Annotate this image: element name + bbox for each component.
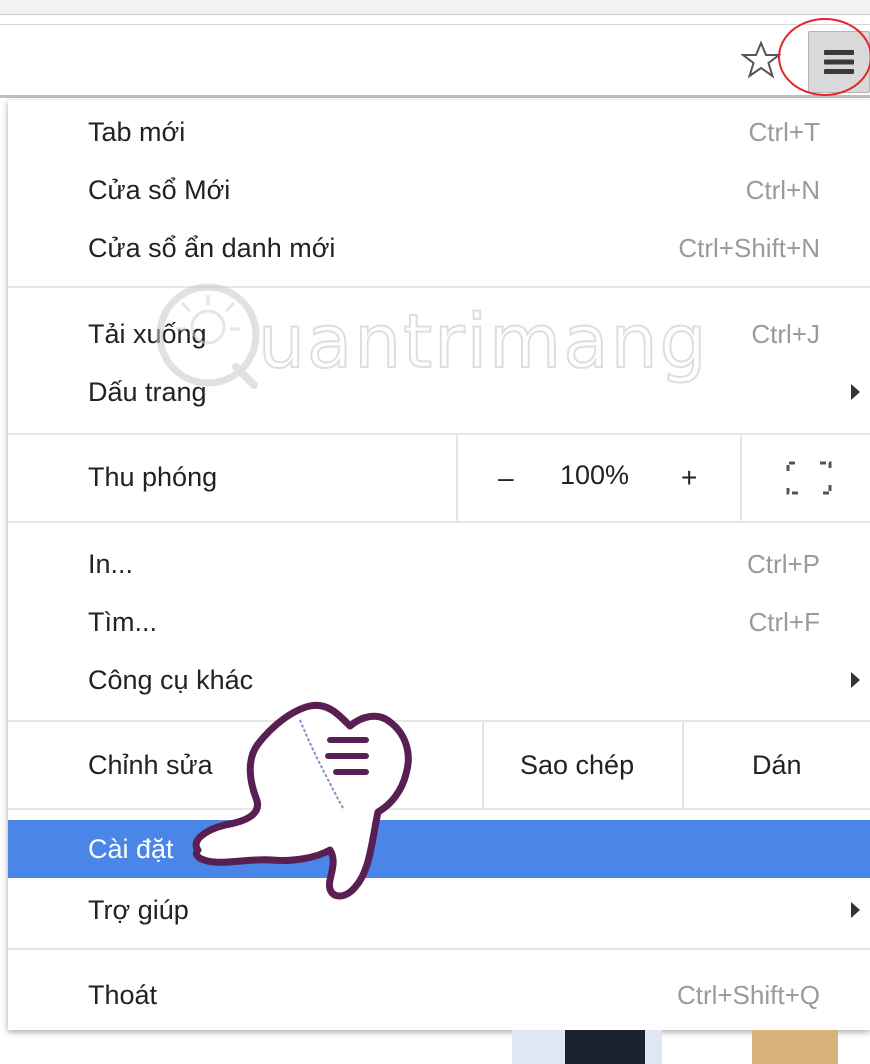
edit-row: Chỉnh sửa Sao chép Dán	[8, 722, 870, 808]
menu-item-label: Dấu trang	[88, 376, 207, 407]
zoom-level: 100%	[560, 460, 630, 490]
menu-item-label: Cửa sổ Mới	[88, 174, 231, 205]
chrome-menu-button[interactable]	[808, 31, 870, 93]
menu-item-label: Thoát	[88, 979, 158, 1010]
menu-item-label: Tải xuống	[88, 318, 207, 349]
menu-item-label: Trợ giúp	[88, 894, 189, 925]
menu-item-settings[interactable]: Cài đặt	[8, 820, 870, 878]
zoom-divider	[456, 435, 458, 521]
submenu-arrow-icon	[851, 902, 860, 918]
edit-divider	[482, 722, 484, 808]
menu-item-new-window[interactable]: Cửa sổ Mới Ctrl+N	[8, 161, 870, 219]
star-icon	[741, 40, 781, 79]
bookmark-star-button[interactable]	[738, 37, 784, 83]
menu-item-help[interactable]: Trợ giúp	[8, 881, 870, 939]
paste-button[interactable]: Dán	[752, 750, 802, 781]
menu-item-print[interactable]: In... Ctrl+P	[8, 535, 870, 593]
menu-item-shortcut: Ctrl+F	[748, 606, 821, 637]
menu-item-shortcut: Ctrl+N	[745, 174, 820, 205]
menu-item-label: In...	[88, 548, 134, 579]
background-thumbnail	[752, 1030, 838, 1064]
background-thumbnail	[565, 1030, 645, 1064]
copy-button[interactable]: Sao chép	[520, 750, 634, 781]
menu-separator	[8, 286, 870, 288]
menu-item-find[interactable]: Tìm... Ctrl+F	[8, 593, 870, 651]
menu-item-shortcut: Ctrl+J	[751, 318, 820, 349]
zoom-out-button[interactable]: –	[498, 462, 514, 494]
browser-top-strip	[0, 0, 870, 15]
menu-item-new-tab[interactable]: Tab mới Ctrl+T	[8, 103, 870, 161]
menu-item-label: Công cụ khác	[88, 664, 254, 695]
browser-toolbar	[0, 24, 870, 98]
menu-item-shortcut: Ctrl+Shift+Q	[676, 979, 820, 1010]
menu-item-downloads[interactable]: Tải xuống Ctrl+J	[8, 305, 870, 363]
menu-separator	[8, 808, 870, 810]
menu-item-bookmarks[interactable]: Dấu trang	[8, 363, 870, 421]
menu-separator	[8, 521, 870, 523]
menu-item-more-tools[interactable]: Công cụ khác	[8, 651, 870, 709]
fullscreen-icon[interactable]	[786, 461, 832, 495]
edit-divider	[682, 722, 684, 808]
submenu-arrow-icon	[851, 672, 860, 688]
menu-item-label: Cửa sổ ẩn danh mới	[88, 232, 336, 263]
edit-label: Chỉnh sửa	[88, 750, 213, 780]
submenu-arrow-icon	[851, 384, 860, 400]
menu-item-shortcut: Ctrl+Shift+N	[678, 232, 820, 263]
menu-item-label: Tìm...	[88, 606, 157, 637]
menu-item-exit[interactable]: Thoát Ctrl+Shift+Q	[8, 966, 870, 1024]
zoom-row: Thu phóng – 100% +	[8, 435, 870, 521]
menu-item-shortcut: Ctrl+T	[748, 116, 821, 147]
zoom-divider	[740, 435, 742, 521]
chrome-menu: Tab mới Ctrl+T Cửa sổ Mới Ctrl+N Cửa sổ …	[8, 100, 870, 1030]
menu-item-label: Tab mới	[88, 116, 186, 147]
menu-item-label: Cài đặt	[88, 833, 174, 864]
zoom-label: Thu phóng	[88, 462, 218, 492]
zoom-in-button[interactable]: +	[681, 462, 697, 494]
menu-item-incognito-window[interactable]: Cửa sổ ẩn danh mới Ctrl+Shift+N	[8, 219, 870, 277]
menu-separator	[8, 948, 870, 950]
menu-item-shortcut: Ctrl+P	[747, 548, 820, 579]
hamburger-icon	[824, 50, 854, 74]
